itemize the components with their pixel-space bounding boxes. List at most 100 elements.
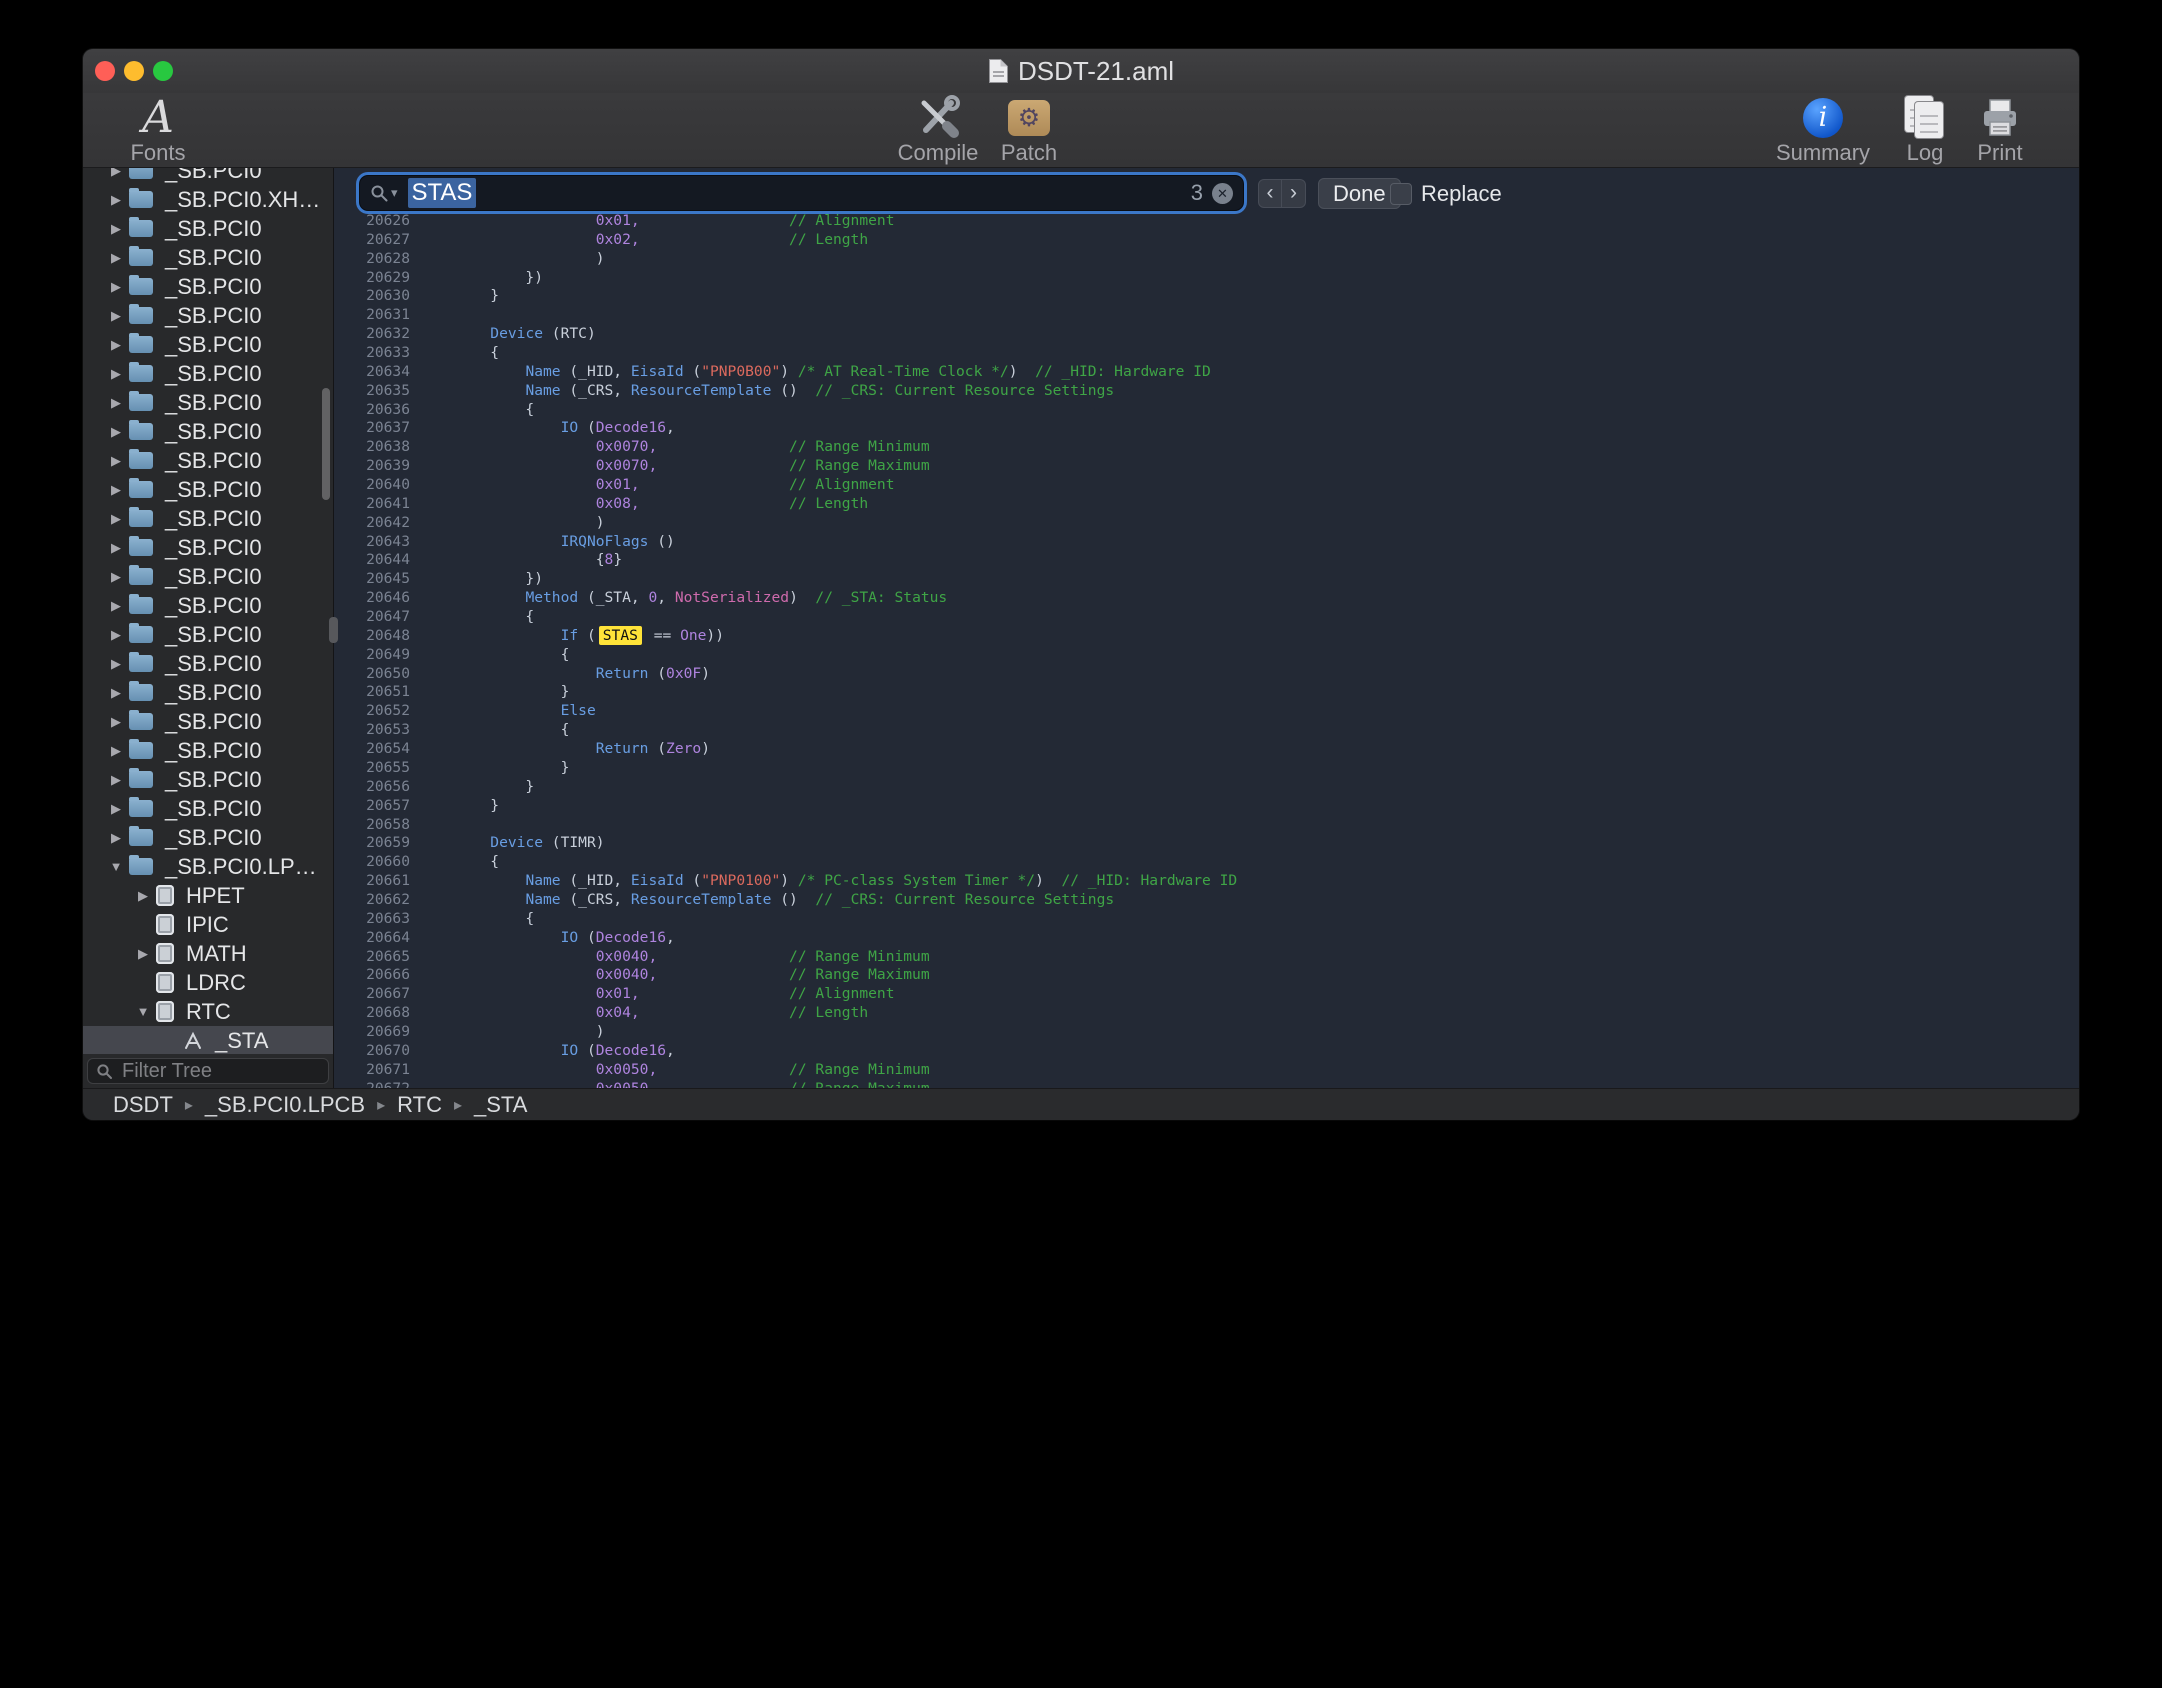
code-text: 0x0040, // Range Minimum <box>410 948 930 967</box>
disclosure-triangle-icon[interactable]: ▶ <box>107 250 125 266</box>
line-number: 20665 <box>334 948 410 967</box>
disclosure-triangle-icon[interactable]: ▶ <box>107 482 125 498</box>
sidebar-item-sb-pci0[interactable]: ▶_SB.PCI0 <box>83 214 333 243</box>
print-button[interactable]: Print <box>1945 95 2055 165</box>
sidebar-item-sb-pci0-xh[interactable]: ▶_SB.PCI0.XH… <box>83 185 333 214</box>
sidebar-item-sb-pci0[interactable]: ▶_SB.PCI0 <box>83 649 333 678</box>
folder-icon <box>129 713 153 730</box>
disclosure-triangle-icon[interactable]: ▶ <box>107 772 125 788</box>
disclosure-triangle-icon[interactable]: ▶ <box>107 366 125 382</box>
sidebar-item-ipic[interactable]: IPIC <box>83 910 333 939</box>
disclosure-triangle-icon[interactable]: ▼ <box>134 1004 152 1019</box>
search-options-caret-icon[interactable]: ▾ <box>391 185 398 201</box>
breadcrumb-item-dsdt[interactable]: DSDT <box>113 1092 173 1118</box>
summary-button[interactable]: i Summary <box>1768 95 1878 165</box>
code-text: Else <box>410 702 596 721</box>
sidebar-item-sb-pci0[interactable]: ▶_SB.PCI0 <box>83 243 333 272</box>
sidebar-scrollbar-thumb[interactable] <box>322 388 330 500</box>
sidebar-item-sb-pci0[interactable]: ▶_SB.PCI0 <box>83 388 333 417</box>
code-text: 0x01, // Alignment <box>410 985 894 1004</box>
previous-match-button[interactable]: ‹ <box>1258 179 1282 208</box>
disclosure-triangle-icon[interactable]: ▶ <box>107 627 125 643</box>
disclosure-triangle-icon[interactable]: ▶ <box>107 337 125 353</box>
sidebar-item-sta[interactable]: _STA <box>83 1026 333 1054</box>
sidebar-item-sb-pci0[interactable]: ▶_SB.PCI0 <box>83 272 333 301</box>
disclosure-triangle-icon[interactable]: ▶ <box>134 946 152 962</box>
sidebar-item-hpet[interactable]: ▶HPET <box>83 881 333 910</box>
fonts-button[interactable]: A Fonts <box>103 95 213 165</box>
disclosure-triangle-icon[interactable]: ▶ <box>107 714 125 730</box>
sidebar-item-sb-pci0[interactable]: ▶_SB.PCI0 <box>83 736 333 765</box>
sidebar-item-sb-pci0[interactable]: ▶ _SB.PCI0 <box>83 591 333 620</box>
disclosure-triangle-icon[interactable]: ▶ <box>107 540 125 556</box>
sidebar-item-sb-pci0[interactable]: ▶_SB.PCI0 <box>83 823 333 852</box>
sidebar-item-label: RTC <box>186 999 231 1025</box>
disclosure-triangle-icon[interactable]: ▶ <box>107 221 125 237</box>
disclosure-triangle-icon[interactable]: ▶ <box>107 801 125 817</box>
sidebar-item-sb-pci0-lp[interactable]: ▼_SB.PCI0.LP… <box>83 852 333 881</box>
disclosure-triangle-icon[interactable]: ▶ <box>107 656 125 672</box>
code-line: 20639 0x0070, // Range Maximum <box>334 457 2079 476</box>
sidebar-item-sb-pci0[interactable]: ▶_SB.PCI0 <box>83 168 333 185</box>
sidebar-item-sb-pci0[interactable]: ▶_SB.PCI0 <box>83 359 333 388</box>
clear-search-icon[interactable]: ✕ <box>1212 183 1233 204</box>
code-token: Name <box>525 872 560 889</box>
sidebar-item-sb-pci0[interactable]: ▶_SB.PCI0 <box>83 446 333 475</box>
breadcrumb-item-rtc[interactable]: RTC <box>397 1092 442 1118</box>
code-line: 20659 Device (TIMR) <box>334 834 2079 853</box>
sidebar-item-rtc[interactable]: ▼ RTC <box>83 997 333 1026</box>
sidebar-item-sb-pci0[interactable]: ▶_SB.PCI0 <box>83 620 333 649</box>
disclosure-triangle-icon[interactable]: ▼ <box>107 859 125 874</box>
sidebar-item-label: _SB.PCI0 <box>165 477 262 503</box>
line-number: 20652 <box>334 702 410 721</box>
disclosure-triangle-icon[interactable]: ▶ <box>134 888 152 904</box>
code-text: 0x01, // Alignment <box>410 212 894 231</box>
code-text: 0x08, // Length <box>410 495 868 514</box>
next-match-button[interactable]: › <box>1282 179 1306 208</box>
sidebar-item-sb-pci0[interactable]: ▶_SB.PCI0 <box>83 707 333 736</box>
sidebar-item-math[interactable]: ▶MATH <box>83 939 333 968</box>
disclosure-triangle-icon[interactable]: ▶ <box>107 424 125 440</box>
disclosure-triangle-icon[interactable]: ▶ <box>107 743 125 759</box>
disclosure-triangle-icon[interactable]: ▶ <box>107 308 125 324</box>
sidebar-item-sb-pci0[interactable]: ▶_SB.PCI0 <box>83 330 333 359</box>
disclosure-triangle-icon[interactable]: ▶ <box>107 192 125 208</box>
sidebar-item-ldrc[interactable]: LDRC <box>83 968 333 997</box>
sidebar-item-sb-pci0[interactable]: ▶_SB.PCI0 <box>83 562 333 591</box>
code-line: 20633 { <box>334 344 2079 363</box>
search-icon[interactable] <box>370 184 389 203</box>
sidebar-item-sb-pci0[interactable]: ▶_SB.PCI0 <box>83 678 333 707</box>
sidebar-item-sb-pci0[interactable]: ▶_SB.PCI0 <box>83 301 333 330</box>
replace-label: Replace <box>1421 181 1502 207</box>
sidebar-item-sb-pci0[interactable]: ▶_SB.PCI0 <box>83 765 333 794</box>
done-button[interactable]: Done <box>1318 178 1401 209</box>
sidebar-item-label: _SB.PCI0 <box>165 593 262 619</box>
compile-tools-icon <box>915 94 961 140</box>
search-input[interactable]: ▾ STAS 3 ✕ <box>360 176 1243 210</box>
sidebar-item-sb-pci0[interactable]: ▶_SB.PCI0 <box>83 504 333 533</box>
folder-icon <box>129 307 153 324</box>
disclosure-triangle-icon[interactable]: ▶ <box>107 511 125 527</box>
breadcrumb: DSDT▸_SB.PCI0.LPCB▸RTC▸_STA <box>83 1088 2079 1120</box>
replace-checkbox[interactable] <box>1390 183 1412 205</box>
breadcrumb-item-sb-pci0-lpcb[interactable]: _SB.PCI0.LPCB <box>205 1092 365 1118</box>
pane-splitter-handle[interactable] <box>329 617 338 643</box>
code-token: // Range Minimum <box>789 1061 930 1078</box>
disclosure-triangle-icon[interactable]: ▶ <box>107 569 125 585</box>
filter-tree-input[interactable] <box>120 1059 320 1084</box>
breadcrumb-item-sta[interactable]: _STA <box>474 1092 527 1118</box>
code-editor[interactable]: 20626 0x01, // Alignment20627 0x02, // L… <box>334 212 2079 1088</box>
sidebar-item-sb-pci0[interactable]: ▶ _SB.PCI0 <box>83 475 333 504</box>
sidebar-item-sb-pci0[interactable]: ▶_SB.PCI0 <box>83 417 333 446</box>
patch-button[interactable]: ⚙ Patch <box>974 95 1084 165</box>
disclosure-triangle-icon[interactable]: ▶ <box>107 279 125 295</box>
disclosure-triangle-icon[interactable]: ▶ <box>107 395 125 411</box>
code-token: { <box>420 853 499 870</box>
disclosure-triangle-icon[interactable]: ▶ <box>107 685 125 701</box>
disclosure-triangle-icon[interactable]: ▶ <box>107 453 125 469</box>
disclosure-triangle-icon[interactable]: ▶ <box>107 168 125 179</box>
sidebar-item-sb-pci0[interactable]: ▶_SB.PCI0 <box>83 794 333 823</box>
sidebar-item-sb-pci0[interactable]: ▶_SB.PCI0 <box>83 533 333 562</box>
disclosure-triangle-icon[interactable]: ▶ <box>107 598 125 614</box>
disclosure-triangle-icon[interactable]: ▶ <box>107 830 125 846</box>
